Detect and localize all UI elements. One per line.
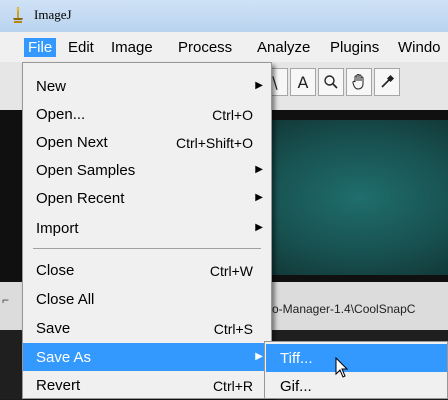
submenu-item-gif[interactable]: Gif... [266, 372, 447, 400]
submenu-item-tiff[interactable]: Tiff... [266, 344, 447, 372]
window-edge-glyph: ⌐ [2, 293, 10, 307]
menu-analyze[interactable]: Analyze [257, 39, 310, 56]
magnifier-icon [324, 75, 338, 89]
file-menu-dropdown: New ▶ Open... Ctrl+O Open Next Ctrl+Shif… [22, 62, 272, 399]
menu-item-label: Close [36, 262, 75, 279]
menu-separator [33, 248, 261, 249]
menu-item-import[interactable]: Import ▶ [23, 214, 271, 242]
menu-item-new[interactable]: New ▶ [23, 72, 271, 100]
menu-item-close-all[interactable]: Close All [23, 285, 271, 313]
submenu-arrow-icon: ▶ [255, 222, 263, 233]
magnifier-tool-icon[interactable] [318, 68, 344, 96]
menu-item-close[interactable]: Close Ctrl+W [23, 256, 271, 284]
menu-item-open-next[interactable]: Open Next Ctrl+Shift+O [23, 128, 271, 156]
submenu-item-label: Tiff... [280, 350, 313, 367]
menu-item-open-recent[interactable]: Open Recent ▶ [23, 184, 271, 212]
hand-icon [352, 74, 364, 90]
menu-item-open-samples[interactable]: Open Samples ▶ [23, 156, 271, 184]
menu-item-open[interactable]: Open... Ctrl+O [23, 100, 271, 128]
text-tool-icon[interactable]: A [290, 68, 316, 96]
menu-plugins[interactable]: Plugins [330, 39, 379, 56]
title-bar: ImageJ [0, 0, 448, 32]
shortcut-text: Ctrl+Shift+O [175, 135, 253, 151]
imagej-logo-icon [13, 7, 23, 23]
dropper-tool-icon[interactable] [374, 68, 400, 96]
mouse-cursor-icon [335, 357, 349, 378]
menu-item-save-as[interactable]: Save As ▶ [23, 343, 271, 371]
submenu-arrow-icon: ▶ [255, 80, 263, 91]
shortcut-text: Ctrl+R [212, 378, 253, 394]
menu-item-label: Open Samples [36, 162, 136, 179]
menu-process[interactable]: Process [178, 39, 232, 56]
menu-file[interactable]: File [24, 38, 57, 57]
menu-item-save[interactable]: Save Ctrl+S [23, 314, 271, 342]
shortcut-text: Ctrl+O [212, 107, 253, 123]
hand-tool-icon[interactable] [346, 68, 372, 96]
shortcut-text: Ctrl+W [209, 263, 253, 279]
menu-item-label: New [36, 78, 67, 95]
submenu-arrow-icon: ▶ [255, 192, 263, 203]
menu-item-revert[interactable]: Revert Ctrl+R [23, 371, 271, 399]
menu-edit[interactable]: Edit [68, 39, 94, 56]
menu-item-label: Close All [36, 291, 95, 308]
submenu-arrow-icon: ▶ [255, 164, 263, 175]
submenu-item-label: Gif... [280, 378, 312, 395]
menu-item-label: Open Recent [36, 190, 125, 207]
shortcut-text: Ctrl+S [213, 321, 253, 337]
menu-item-label: Save [36, 320, 71, 337]
dropper-icon [381, 74, 395, 88]
menu-item-label: Save As [36, 349, 92, 366]
menu-item-label: Revert [36, 377, 81, 394]
menu-item-label: Open... [36, 106, 86, 123]
menu-item-label: Open Next [36, 134, 108, 151]
submenu-arrow-icon: ▶ [255, 351, 263, 362]
image-path-text: cro-Manager-1.4\CoolSnapC [262, 302, 416, 316]
menu-bar: File Edit Image Process Analyze Plugins … [0, 32, 448, 62]
menu-window[interactable]: Windo [398, 39, 441, 56]
menu-image[interactable]: Image [111, 39, 153, 56]
save-as-submenu: Tiff... Gif... [264, 341, 448, 399]
window-title: ImageJ [34, 7, 72, 22]
menu-item-label: Import [36, 220, 79, 237]
